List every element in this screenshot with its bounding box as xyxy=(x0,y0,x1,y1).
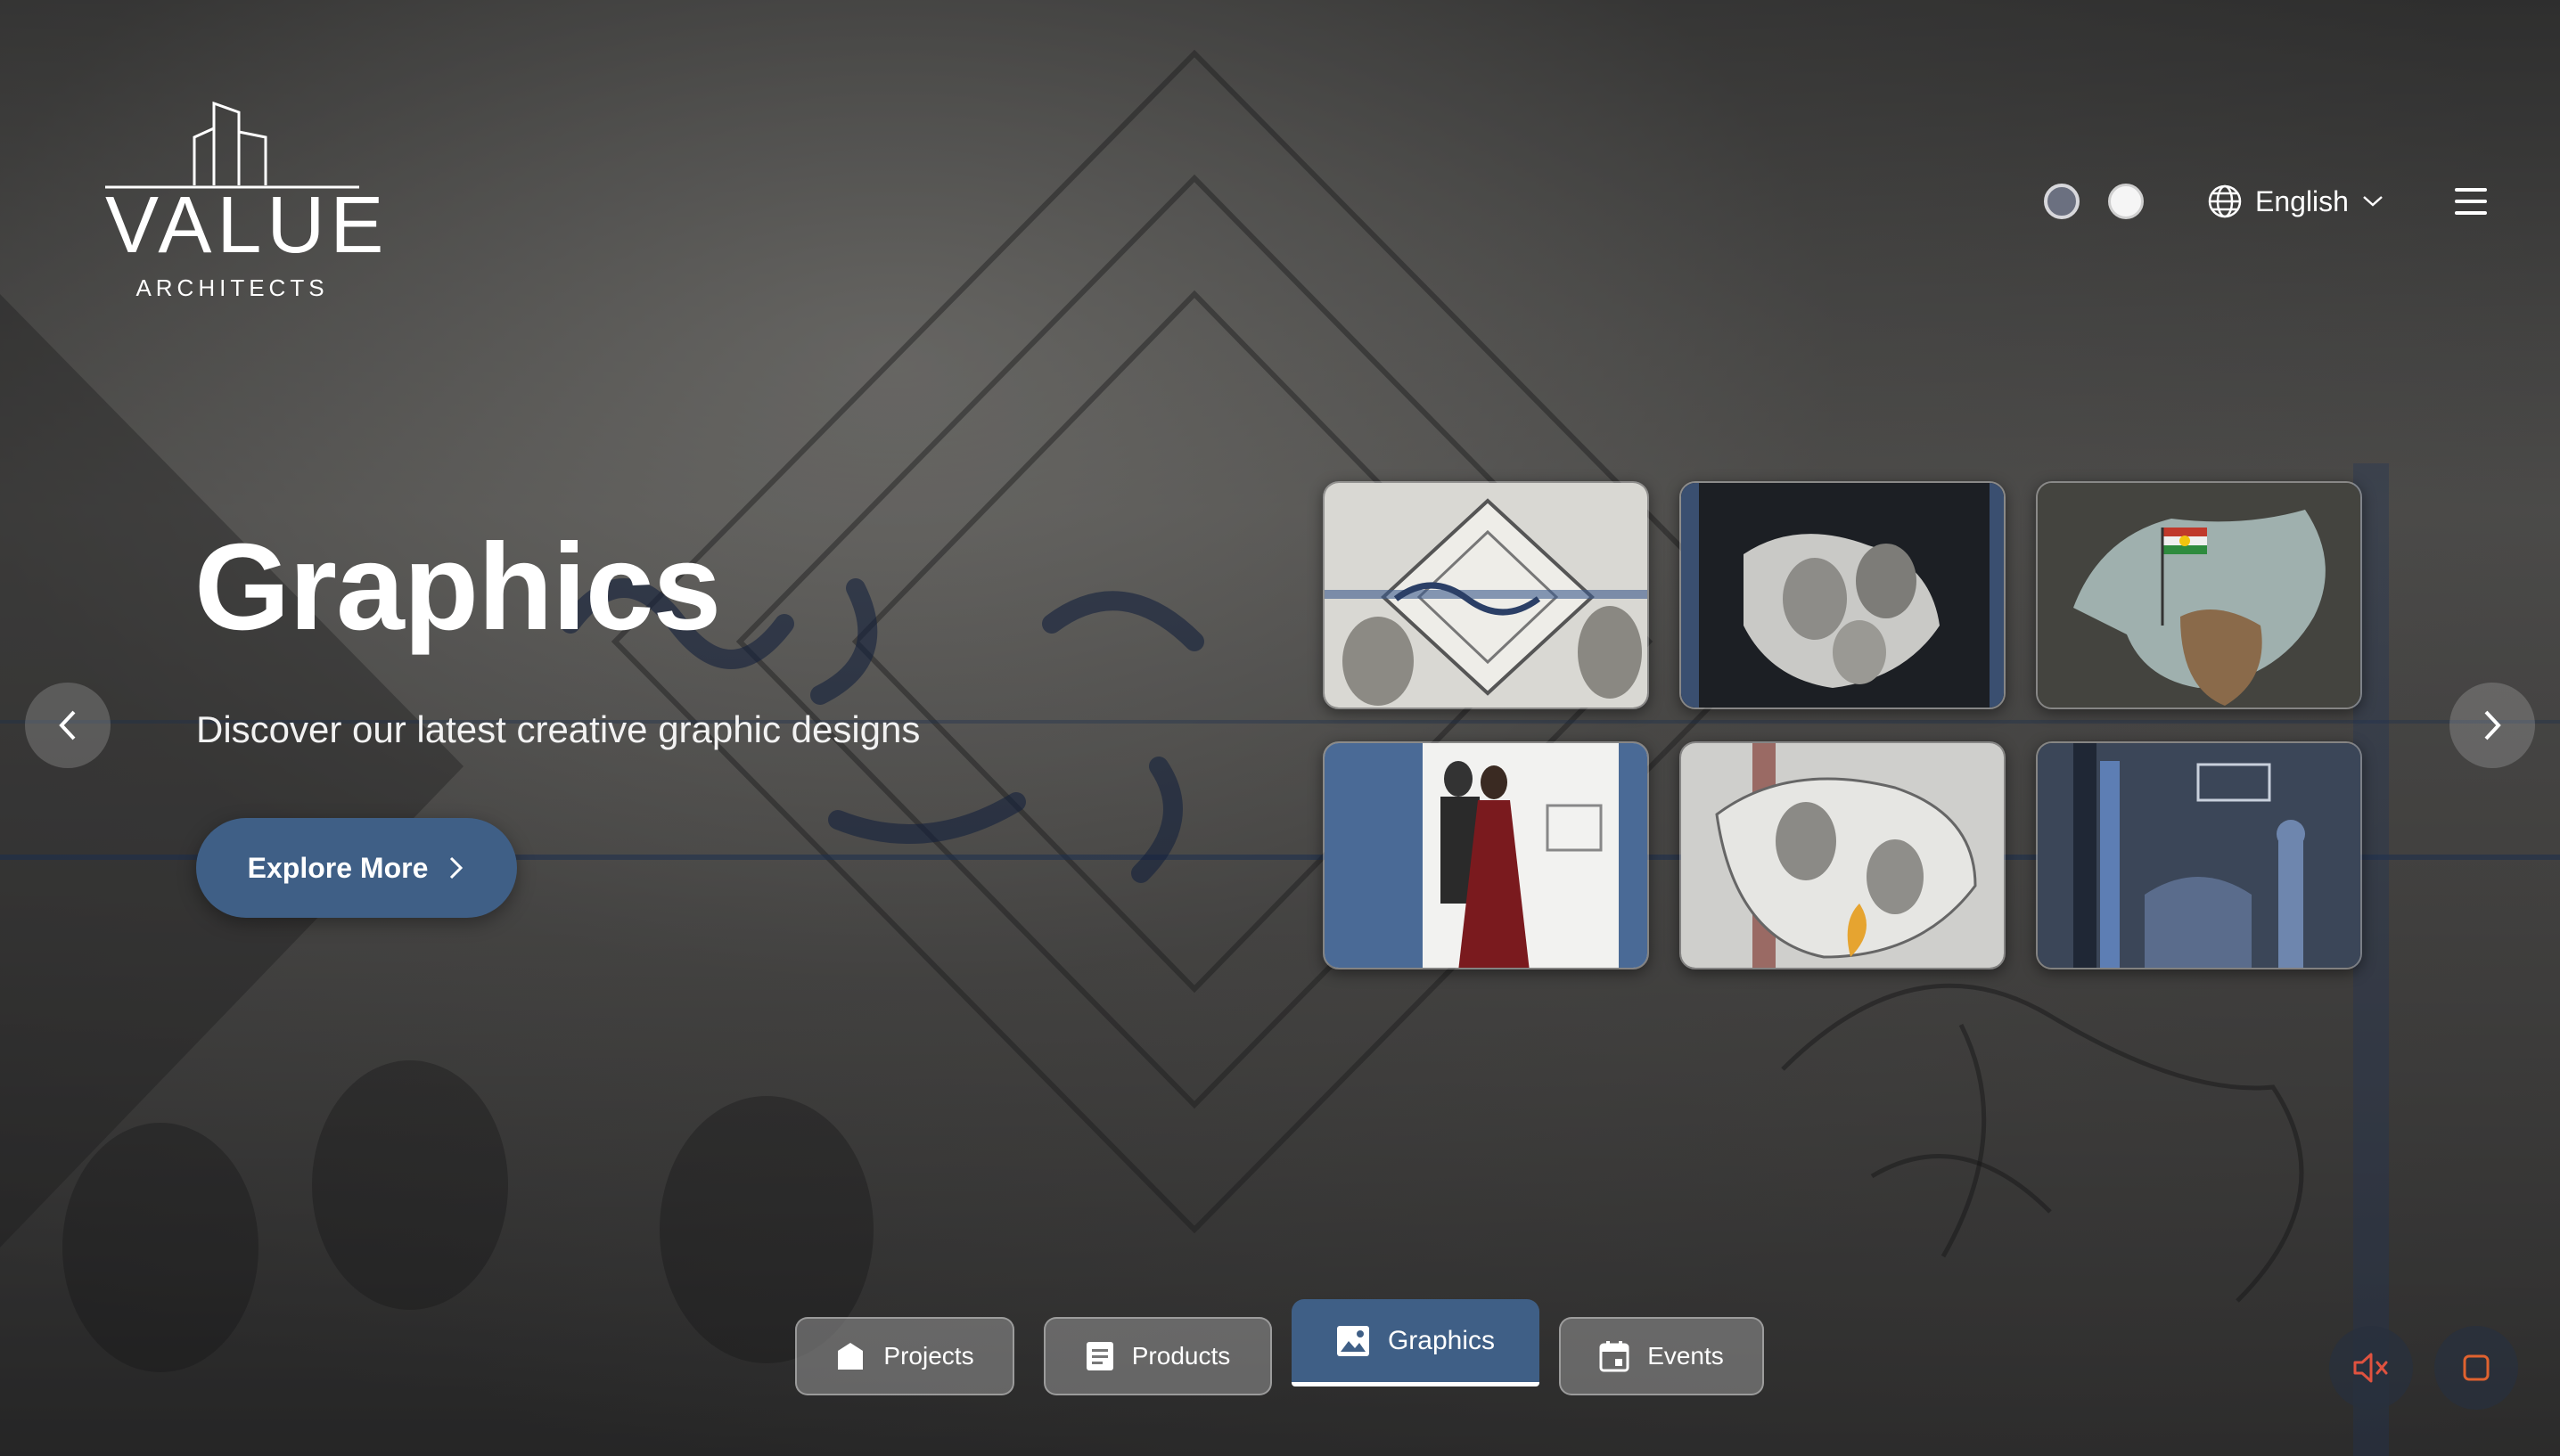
thumb-artwork xyxy=(2038,483,2360,708)
theme-light-toggle[interactable] xyxy=(2108,184,2144,219)
tab-projects[interactable]: Projects xyxy=(795,1317,1014,1395)
chevron-right-icon xyxy=(2484,710,2501,740)
page-title: Graphics xyxy=(194,519,721,656)
explore-more-label: Explore More xyxy=(247,851,429,884)
stop-button[interactable] xyxy=(2434,1326,2518,1410)
brand-subtitle: ARCHITECTS xyxy=(135,274,329,301)
globe-icon xyxy=(2208,184,2242,218)
tab-graphics[interactable]: Graphics xyxy=(1292,1299,1539,1386)
products-icon xyxy=(1086,1342,1113,1370)
sound-toggle-button[interactable] xyxy=(2329,1326,2413,1410)
thumb-artwork xyxy=(1325,483,1647,708)
hamburger-menu-icon[interactable] xyxy=(2455,188,2487,215)
tab-events[interactable]: Events xyxy=(1559,1317,1764,1395)
image-icon xyxy=(1336,1325,1369,1356)
chevron-left-icon xyxy=(59,710,76,740)
calendar-icon xyxy=(1599,1341,1629,1372)
thumb-artwork xyxy=(1681,483,2004,708)
language-label: English xyxy=(2255,184,2349,217)
projects-icon xyxy=(838,1343,864,1370)
stop-icon xyxy=(2463,1354,2490,1381)
page-subtitle: Discover our latest creative graphic des… xyxy=(196,708,921,750)
chevron-down-icon xyxy=(2363,196,2383,207)
thumb-artwork xyxy=(2038,743,2360,968)
graphic-thumb-2[interactable] xyxy=(1679,481,2006,709)
explore-more-button[interactable]: Explore More xyxy=(196,818,517,918)
tab-graphics-label: Graphics xyxy=(1387,1325,1496,1355)
chevron-right-icon xyxy=(450,856,464,879)
graphic-thumb-1[interactable] xyxy=(1323,481,1649,709)
brand-logo[interactable]: VALUE ARCHITECTS xyxy=(105,100,390,305)
graphic-thumb-5[interactable] xyxy=(1679,741,2006,969)
thumb-artwork xyxy=(1325,743,1647,968)
theme-dark-toggle[interactable] xyxy=(2044,184,2080,219)
thumb-artwork xyxy=(1681,743,2004,968)
carousel-next-button[interactable] xyxy=(2449,683,2535,768)
language-selector[interactable]: English xyxy=(2207,181,2384,222)
graphic-thumb-3[interactable] xyxy=(2036,481,2362,709)
speaker-muted-icon xyxy=(2353,1353,2388,1383)
tab-products-label: Products xyxy=(1131,1342,1231,1370)
tab-products[interactable]: Products xyxy=(1044,1317,1272,1395)
brand-name: VALUE xyxy=(105,181,390,270)
graphic-thumb-6[interactable] xyxy=(2036,741,2362,969)
carousel-prev-button[interactable] xyxy=(25,683,111,768)
tab-projects-label: Projects xyxy=(883,1342,974,1370)
graphic-thumb-4[interactable] xyxy=(1323,741,1649,969)
tab-events-label: Events xyxy=(1647,1342,1724,1370)
